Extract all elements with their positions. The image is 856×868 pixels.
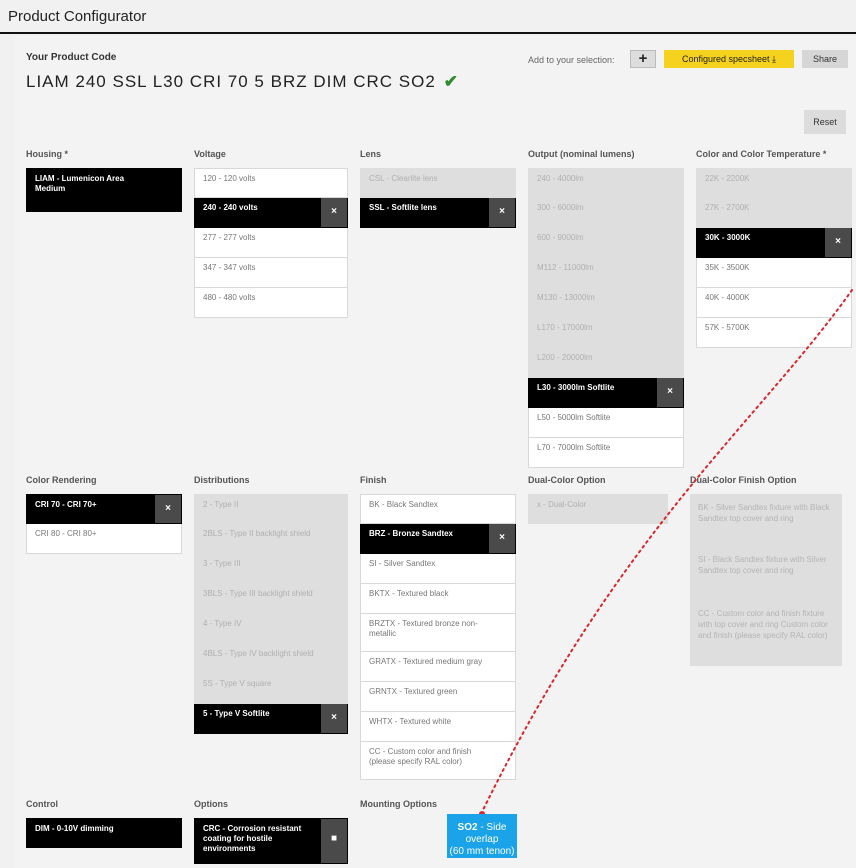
- callout-line: SO2 - Side overlap: [447, 822, 517, 846]
- callout-leader-line: [479, 289, 853, 817]
- mounting-option-so2-callout[interactable]: SO2 - Side overlap (60 mm tenon): [447, 814, 517, 858]
- callout-code: SO2: [457, 822, 478, 833]
- callout-sub: (60 mm tenon): [449, 846, 515, 857]
